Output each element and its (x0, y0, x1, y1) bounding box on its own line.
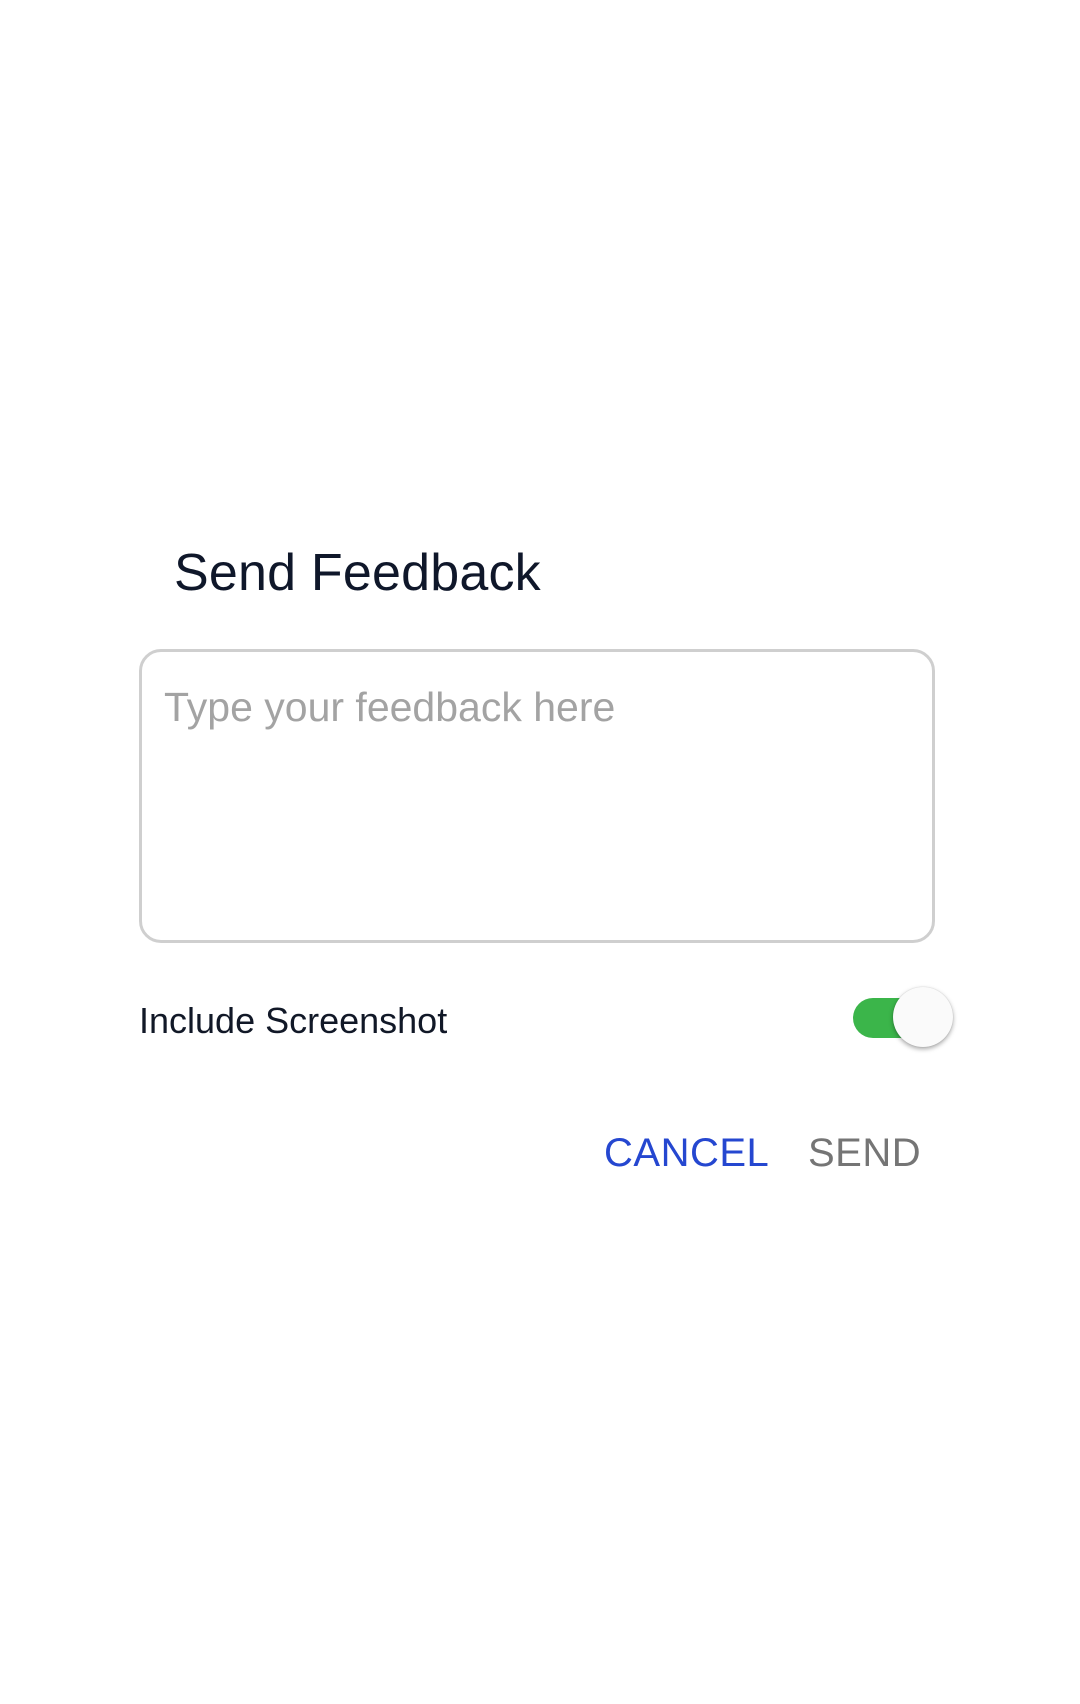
include-screenshot-toggle[interactable] (853, 985, 955, 1051)
cancel-button[interactable]: CANCEL (604, 1125, 769, 1181)
dialog-title: Send Feedback (174, 544, 541, 602)
send-feedback-dialog: Send Feedback Include Screenshot CANCEL … (0, 0, 1080, 1704)
toggle-knob (893, 987, 953, 1047)
feedback-input[interactable] (142, 652, 932, 940)
send-button[interactable]: SEND (808, 1125, 921, 1181)
feedback-input-container (139, 649, 935, 943)
dialog-actions: CANCEL SEND (0, 1125, 1080, 1185)
include-screenshot-label: Include Screenshot (139, 1000, 448, 1041)
include-screenshot-row: Include Screenshot (139, 985, 959, 1055)
